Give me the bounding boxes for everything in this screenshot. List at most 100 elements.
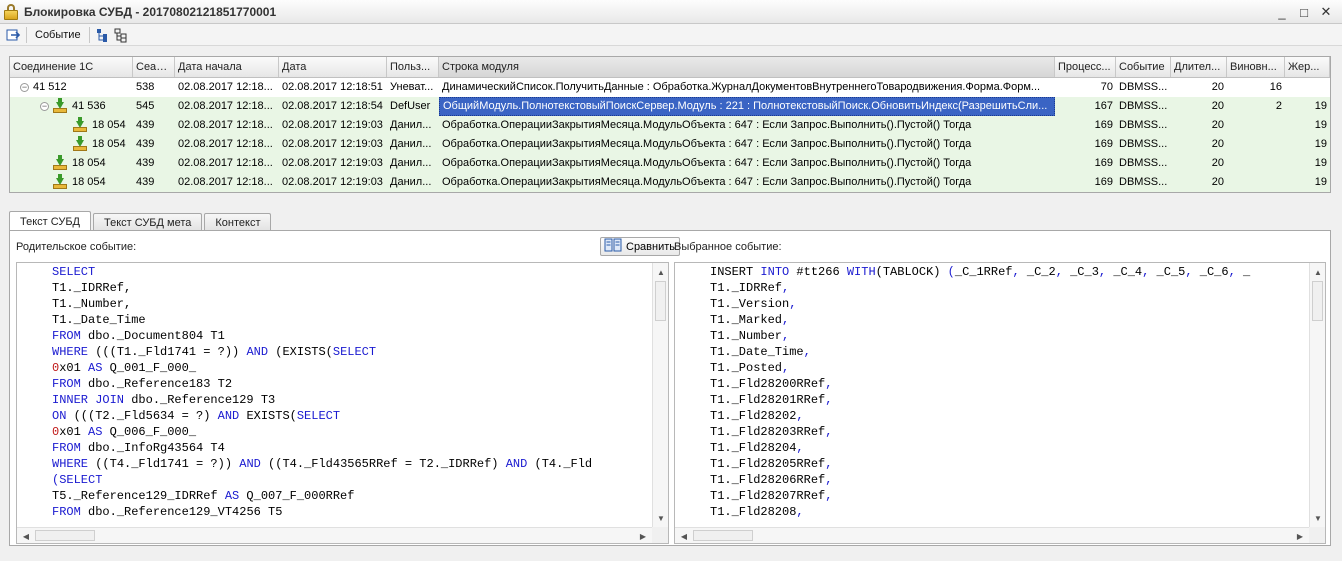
code-line: FROM dbo._Document804 T1 <box>52 329 225 343</box>
table-cell: DBMSS... <box>1119 138 1168 150</box>
table-row[interactable]: 18 054 439 02.08.2017 12:18... 02.08.2017 1… <box>10 173 1330 192</box>
table-row[interactable]: − 41 536 545 02.08.2017 12:18... 02.08.2017 … <box>10 97 1330 116</box>
code-line: INNER JOIN dbo._Reference129 T3 <box>52 393 276 407</box>
scroll-right-icon[interactable]: ▶ <box>1293 529 1307 543</box>
table-row[interactable]: 18 054 439 02.08.2017 12:18... 02.08.2017 1… <box>10 154 1330 173</box>
tab-context[interactable]: Контекст <box>204 213 272 231</box>
parent-sql-text[interactable]: SELECT T1._IDRRef, T1._Number, T1._Date_Tim… <box>17 263 652 527</box>
grid-header: Соединение 1С Сеан... Дата начала Дата П… <box>10 57 1330 78</box>
window-title: Блокировка СУБД - 20170802121851770001 <box>24 4 277 19</box>
table-cell: − 41 536 <box>10 97 133 116</box>
table-cell: Обработка.ОперацииЗакрытияМесяца.МодульО… <box>442 138 972 150</box>
compare-button[interactable]: Сравнить <box>600 237 681 256</box>
scroll-thumb[interactable] <box>655 281 666 321</box>
code-line: T1._Fld28204, <box>710 441 804 455</box>
column-header-connection[interactable]: Соединение 1С <box>10 57 133 77</box>
tab-dbms-text[interactable]: Текст СУБД <box>9 211 91 231</box>
code-line: SELECT <box>52 265 96 279</box>
code-line: T1._IDRRef, <box>52 281 132 295</box>
tree-filter-icon[interactable] <box>94 26 112 44</box>
column-header-module-line[interactable]: Строка модуля <box>439 57 1055 77</box>
column-header-victim[interactable]: Жер... <box>1285 57 1330 77</box>
table-cell: 20 <box>1211 157 1224 169</box>
column-header-duration[interactable]: Длител... <box>1171 57 1227 77</box>
selected-sql-text[interactable]: INSERT INTO #tt266 WITH(TABLOCK) (_C_1RR… <box>675 263 1309 527</box>
tree-structure-icon[interactable] <box>112 26 130 44</box>
column-header-date[interactable]: Дата <box>279 57 387 77</box>
connection-id: 18 054 <box>72 157 106 169</box>
code-line: T1._Number, <box>710 329 790 343</box>
scroll-up-icon[interactable]: ▲ <box>654 265 668 279</box>
scroll-thumb[interactable] <box>1312 281 1323 321</box>
horizontal-scrollbar[interactable]: ◀ ▶ <box>675 527 1309 543</box>
code-line: WHERE ((T4._Fld1741 = ?)) AND ((T4._Fld4… <box>52 457 593 471</box>
compare-icon <box>604 238 622 255</box>
table-cell: 169 <box>1094 119 1113 131</box>
maximize-button[interactable]: □ <box>1294 3 1314 21</box>
table-row[interactable]: 18 054 439 02.08.2017 12:18... 02.08.2017 1… <box>10 116 1330 135</box>
table-cell: 538 <box>136 81 155 93</box>
scroll-thumb[interactable] <box>35 530 95 541</box>
tab-strip: Текст СУБД Текст СУБД мета Контекст <box>9 211 272 231</box>
parent-event-sql[interactable]: SELECT T1._IDRRef, T1._Number, T1._Date_Tim… <box>16 262 669 544</box>
lock-wait-icon <box>73 116 87 133</box>
vertical-scrollbar[interactable]: ▲ ▼ <box>652 263 668 527</box>
table-cell: 20 <box>1211 119 1224 131</box>
table-cell <box>1227 116 1285 135</box>
table-cell: 19 <box>1314 119 1327 131</box>
tab-dbms-text-meta[interactable]: Текст СУБД мета <box>92 213 203 231</box>
table-cell <box>1227 173 1285 192</box>
table-cell: 19 <box>1314 100 1327 112</box>
vertical-scrollbar[interactable]: ▲ ▼ <box>1309 263 1325 527</box>
toolbar: Событие <box>0 24 1342 46</box>
selected-event-sql[interactable]: INSERT INTO #tt266 WITH(TABLOCK) (_C_1RR… <box>674 262 1326 544</box>
table-cell: 169 <box>1094 157 1113 169</box>
scroll-down-icon[interactable]: ▼ <box>654 511 668 525</box>
lock-wait-icon <box>73 135 87 152</box>
scroll-thumb[interactable] <box>693 530 753 541</box>
table-cell: 169 <box>1094 138 1113 150</box>
toolbar-separator <box>26 26 27 43</box>
scroll-right-icon[interactable]: ▶ <box>636 529 650 543</box>
column-header-process[interactable]: Процесс... <box>1055 57 1116 77</box>
collapse-icon[interactable]: − <box>20 83 29 92</box>
code-line: T1._Fld28203RRef, <box>710 425 833 439</box>
table-cell: DBMSS... <box>1119 176 1168 188</box>
table-cell: DBMSS... <box>1119 119 1168 131</box>
code-line: (SELECT <box>52 473 103 487</box>
code-line: T1._Marked, <box>710 313 790 327</box>
table-cell: DBMSS... <box>1119 100 1168 112</box>
scroll-left-icon[interactable]: ◀ <box>19 529 33 543</box>
column-header-event[interactable]: Событие <box>1116 57 1171 77</box>
scroll-left-icon[interactable]: ◀ <box>677 529 691 543</box>
table-row[interactable]: −41 512 538 02.08.2017 12:18... 02.08.2017 … <box>10 78 1330 97</box>
horizontal-scrollbar[interactable]: ◀ ▶ <box>17 527 652 543</box>
scroll-down-icon[interactable]: ▼ <box>1311 511 1325 525</box>
connection-id: 18 054 <box>92 138 126 150</box>
minimize-button[interactable]: _ <box>1272 3 1292 21</box>
code-line: WHERE (((T1._Fld1741 = ?)) AND (EXISTS(S… <box>52 345 377 359</box>
code-line: ON (((T2._Fld5634 = ?) AND EXISTS(SELECT <box>52 409 341 423</box>
column-header-user[interactable]: Польз... <box>387 57 439 77</box>
scroll-up-icon[interactable]: ▲ <box>1311 265 1325 279</box>
table-cell: 20 <box>1211 81 1224 93</box>
table-cell: 18 054 <box>10 173 133 192</box>
collapse-icon[interactable]: − <box>40 102 49 111</box>
parent-event-label: Родительское событие: <box>16 241 137 253</box>
window-controls: _ □ ✕ <box>1272 3 1336 21</box>
column-header-session[interactable]: Сеан... <box>133 57 175 77</box>
table-row[interactable]: 18 054 439 02.08.2017 12:18... 02.08.2017 1… <box>10 135 1330 154</box>
tab-panel: Родительское событие: Сравнить Выбранное… <box>9 230 1331 546</box>
table-cell: 16 <box>1269 81 1282 93</box>
table-cell: −41 512 <box>10 78 133 97</box>
export-icon[interactable] <box>4 26 22 44</box>
table-cell <box>1285 78 1330 97</box>
column-header-start-date[interactable]: Дата начала <box>175 57 279 77</box>
close-button[interactable]: ✕ <box>1316 3 1336 21</box>
code-line: T1._Fld28208, <box>710 505 804 519</box>
connection-id: 18 054 <box>72 176 106 188</box>
lock-icon <box>4 3 18 20</box>
event-button[interactable]: Событие <box>31 29 85 41</box>
code-line: FROM dbo._Reference183 T2 <box>52 377 233 391</box>
column-header-culprit[interactable]: Виновн... <box>1227 57 1285 77</box>
